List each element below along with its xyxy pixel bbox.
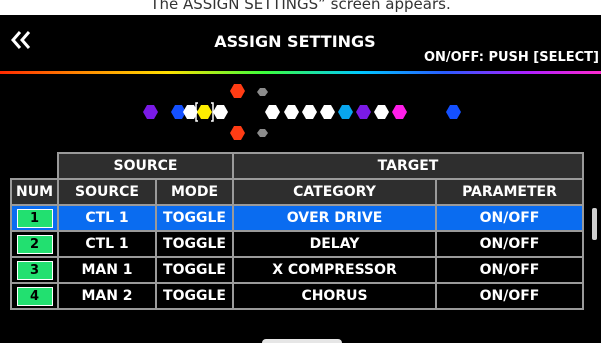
table-row-3[interactable]: 3 MAN 1 TOGGLE X COMPRESSOR ON/OFF <box>10 256 584 284</box>
table-row-2[interactable]: 2 CTL 1 TOGGLE DELAY ON/OFF <box>10 230 584 258</box>
category-cell[interactable]: DELAY <box>232 230 437 258</box>
chain-node-top-orange[interactable] <box>230 84 245 98</box>
chain-node-white-2[interactable] <box>213 105 228 119</box>
source-cell[interactable]: MAN 2 <box>57 282 157 310</box>
chain-node-bottom-gray[interactable] <box>257 129 268 137</box>
chain-node-top-gray[interactable] <box>257 88 268 96</box>
category-cell[interactable]: OVER DRIVE <box>232 204 437 232</box>
chain-node-yellow-selected[interactable] <box>197 105 212 119</box>
target-group-header: TARGET <box>232 152 584 180</box>
chain-node-white-5[interactable] <box>302 105 317 119</box>
column-header-row: NUM SOURCE MODE CATEGORY PARAMETER <box>10 178 584 206</box>
chain-node-white-7[interactable] <box>374 105 389 119</box>
row-num-cell: 2 <box>10 230 59 258</box>
parameter-cell[interactable]: ON/OFF <box>435 230 584 258</box>
column-header-mode: MODE <box>155 178 234 206</box>
column-header-parameter: PARAMETER <box>435 178 584 206</box>
rainbow-divider <box>0 71 601 74</box>
chain-node-purple-2[interactable] <box>356 105 371 119</box>
effect-chain <box>143 84 461 140</box>
chain-node-white-3[interactable] <box>265 105 280 119</box>
mode-cell[interactable]: TOGGLE <box>155 282 234 310</box>
scrollbar[interactable] <box>592 208 597 240</box>
chain-node-magenta[interactable] <box>392 105 407 119</box>
num-badge: 4 <box>16 286 53 306</box>
select-hint: ON/OFF: PUSH [SELECT] <box>423 50 599 65</box>
caption-text: The ASSIGN SETTINGS” screen appears. <box>150 0 451 13</box>
source-cell[interactable]: MAN 1 <box>57 256 157 284</box>
chain-node-bottom-orange[interactable] <box>230 126 245 140</box>
parameter-cell[interactable]: ON/OFF <box>435 256 584 284</box>
table-row-1[interactable]: 1 CTL 1 TOGGLE OVER DRIVE ON/OFF <box>10 204 584 232</box>
parameter-cell[interactable]: ON/OFF <box>435 282 584 310</box>
category-cell[interactable]: X COMPRESSOR <box>232 256 437 284</box>
column-header-source: SOURCE <box>57 178 157 206</box>
row-num-cell: 1 <box>10 204 59 232</box>
screen-title: ASSIGN SETTINGS <box>214 32 376 51</box>
group-header-blank <box>11 153 59 180</box>
chain-node-purple[interactable] <box>143 105 158 119</box>
num-badge: 2 <box>16 234 53 254</box>
mode-cell[interactable]: TOGGLE <box>155 230 234 258</box>
group-header-row: SOURCE TARGET <box>11 152 584 180</box>
row-num-cell: 4 <box>10 282 59 310</box>
parameter-cell[interactable]: ON/OFF <box>435 204 584 232</box>
mode-cell[interactable]: TOGGLE <box>155 204 234 232</box>
num-badge: 1 <box>16 208 53 228</box>
chain-node-white-6[interactable] <box>320 105 335 119</box>
num-badge: 3 <box>16 260 53 280</box>
chain-node-white-4[interactable] <box>284 105 299 119</box>
column-header-category: CATEGORY <box>232 178 437 206</box>
chain-node-blue-end[interactable] <box>446 105 461 119</box>
table-row-4[interactable]: 4 MAN 2 TOGGLE CHORUS ON/OFF <box>10 282 584 310</box>
double-chevron-left-icon[interactable] <box>10 29 32 51</box>
row-num-cell: 3 <box>10 256 59 284</box>
source-cell[interactable]: CTL 1 <box>57 204 157 232</box>
more-rows-indicator <box>262 339 342 343</box>
source-cell[interactable]: CTL 1 <box>57 230 157 258</box>
device-screen: ASSIGN SETTINGS ON/OFF: PUSH [SELECT] SO… <box>0 15 601 343</box>
source-group-header: SOURCE <box>57 152 234 180</box>
mode-cell[interactable]: TOGGLE <box>155 256 234 284</box>
column-header-num: NUM <box>10 178 59 206</box>
chain-node-cyan[interactable] <box>338 105 353 119</box>
category-cell[interactable]: CHORUS <box>232 282 437 310</box>
assign-table: SOURCE TARGET NUM SOURCE MODE CATEGORY P… <box>10 152 584 310</box>
